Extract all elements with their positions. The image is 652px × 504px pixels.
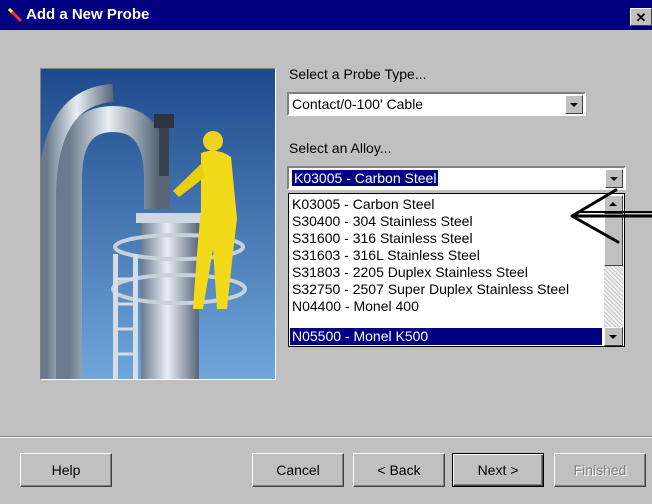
alloy-option[interactable]: S31600 - 316 Stainless Steel [290,230,602,247]
alloy-option[interactable]: N04400 - Monel 400 [290,298,602,315]
alloy-value: K03005 - Carbon Steel [292,170,439,186]
industrial-worker-photo [41,69,275,379]
alloy-option[interactable]: S32750 - 2507 Super Duplex Stainless Ste… [290,281,602,298]
next-button[interactable]: Next > [452,453,544,487]
alloy-label: Select an Alloy... [289,140,392,156]
alloy-option[interactable]: S31603 - 316L Stainless Steel [290,247,602,264]
probe-type-value: Contact/0-100' Cable [292,96,424,112]
close-button[interactable]: ✕ [630,8,652,26]
alloy-option-highlighted[interactable]: N05500 - Monel K500 [290,328,602,345]
finished-button[interactable]: Finished [554,453,646,487]
button-bar-divider [0,436,652,438]
alloy-option[interactable]: S30400 - 304 Stainless Steel [290,213,602,230]
probe-wand-icon [7,7,23,23]
chevron-down-icon [570,103,578,107]
back-button[interactable]: < Back [353,453,445,487]
probe-illustration-image [40,68,276,380]
chevron-down-icon [610,177,618,181]
alloy-option[interactable]: K03005 - Carbon Steel [290,196,602,213]
probe-type-dropdown-button[interactable] [565,95,583,114]
title-bar: Add a New Probe ✕ [0,0,652,30]
hand-drawn-arrow-icon [570,188,652,244]
cancel-button[interactable]: Cancel [252,453,344,487]
probe-type-label: Select a Probe Type... [289,66,427,82]
help-button[interactable]: Help [20,453,112,487]
alloy-option[interactable]: S31803 - 2205 Duplex Stainless Steel [290,264,602,281]
scroll-down-button[interactable] [604,327,623,346]
chevron-down-icon [609,335,617,339]
probe-type-dropdown[interactable]: Contact/0-100' Cable [287,92,586,116]
window-title: Add a New Probe [26,6,150,23]
